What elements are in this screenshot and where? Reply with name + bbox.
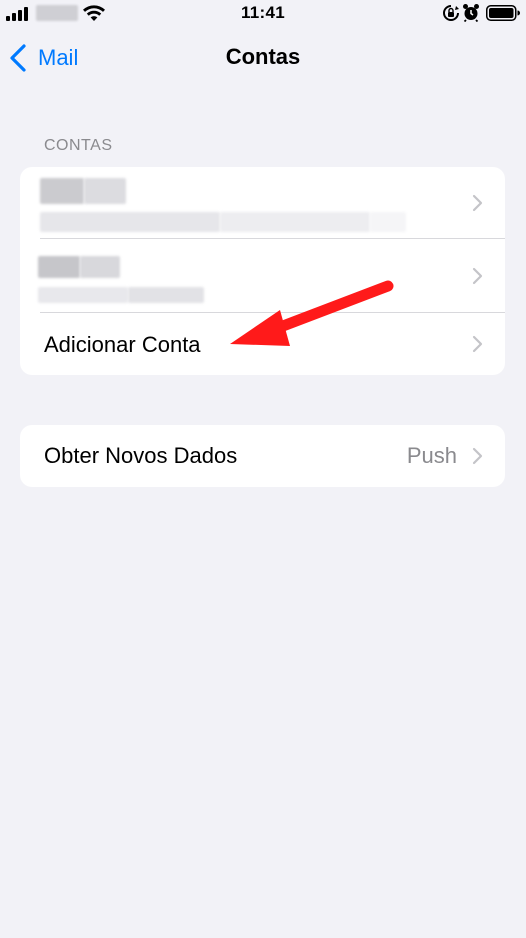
account-row-1[interactable]: [20, 167, 505, 239]
page-title: Contas: [225, 44, 301, 69]
status-bar: 11:41: [0, 0, 526, 28]
add-account-row[interactable]: Adicionar Conta: [20, 313, 505, 375]
chevron-right-icon: [472, 335, 483, 353]
navigation-bar: Mail Contas: [0, 28, 526, 88]
fetch-new-data-label: Obter Novos Dados: [44, 443, 238, 468]
account-name-redacted: [84, 178, 126, 204]
add-account-label: Adicionar Conta: [44, 332, 201, 357]
chevron-right-icon: [472, 194, 483, 212]
alarm-clock-icon: [463, 4, 479, 22]
account-name-redacted: [80, 256, 120, 278]
battery-icon: [486, 5, 520, 21]
fetch-new-data-row[interactable]: Obter Novos Dados Push: [20, 425, 505, 487]
section-header-accounts: CONTAS: [44, 137, 113, 154]
chevron-right-icon: [472, 447, 483, 465]
accounts-list: Adicionar Conta: [20, 167, 505, 375]
account-detail-redacted: [128, 287, 204, 303]
account-row-2[interactable]: [20, 239, 505, 313]
account-name-redacted: [38, 256, 80, 278]
account-detail-redacted: [370, 212, 406, 232]
account-name-redacted: [40, 178, 84, 204]
fetch-new-data-value: Push: [406, 443, 457, 468]
account-detail-redacted: [40, 212, 220, 232]
rotation-lock-icon: [443, 5, 459, 21]
account-detail-redacted: [38, 287, 128, 303]
fetch-settings-list: Obter Novos Dados Push: [20, 425, 505, 487]
chevron-right-icon: [472, 267, 483, 285]
account-detail-redacted: [220, 212, 370, 232]
